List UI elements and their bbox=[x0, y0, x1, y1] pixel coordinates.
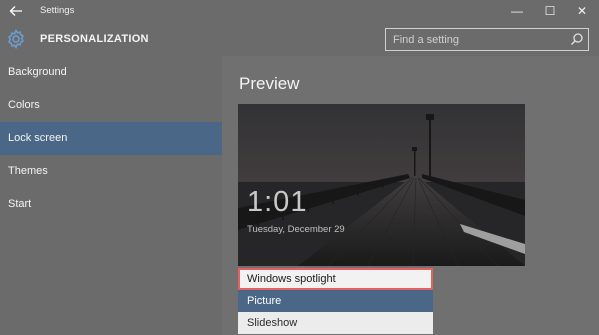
pier-preview-image bbox=[238, 104, 525, 266]
sidebar-item-start[interactable]: Start bbox=[0, 188, 222, 221]
section-title: Preview bbox=[239, 74, 300, 93]
maximize-button[interactable]: ☐ bbox=[533, 0, 567, 23]
background-dropdown[interactable]: Windows spotlight Picture Slideshow bbox=[238, 268, 433, 334]
lock-screen-preview: 1:01 Tuesday, December 29 bbox=[238, 104, 525, 266]
preview-clock: 1:01 bbox=[247, 186, 308, 218]
sidebar-item-lock-screen[interactable]: Lock screen bbox=[0, 122, 222, 155]
minimize-button[interactable]: — bbox=[500, 0, 534, 23]
back-arrow-icon[interactable] bbox=[6, 2, 26, 20]
close-button[interactable]: ✕ bbox=[565, 0, 599, 23]
sidebar-item-background[interactable]: Background bbox=[0, 56, 222, 89]
dropdown-option-slideshow[interactable]: Slideshow bbox=[238, 312, 433, 334]
main-content: Preview 1:01 Tuesday, December 29 Window… bbox=[222, 56, 599, 335]
search-box[interactable] bbox=[385, 28, 589, 51]
dropdown-option-windows-spotlight[interactable]: Windows spotlight bbox=[238, 268, 433, 290]
preview-date: Tuesday, December 29 bbox=[247, 224, 345, 235]
page-title: PERSONALIZATION bbox=[40, 33, 149, 45]
window-title: Settings bbox=[40, 5, 75, 16]
search-input[interactable] bbox=[386, 29, 564, 50]
sidebar-item-themes[interactable]: Themes bbox=[0, 155, 222, 188]
dropdown-option-picture[interactable]: Picture bbox=[238, 290, 433, 312]
sidebar-item-colors[interactable]: Colors bbox=[0, 89, 222, 122]
search-icon[interactable] bbox=[570, 32, 584, 46]
settings-header: PERSONALIZATION bbox=[0, 23, 599, 56]
gear-icon bbox=[8, 29, 24, 49]
sidebar: Background Colors Lock screen Themes Sta… bbox=[0, 56, 222, 335]
title-bar: Settings — ☐ ✕ bbox=[0, 0, 599, 23]
